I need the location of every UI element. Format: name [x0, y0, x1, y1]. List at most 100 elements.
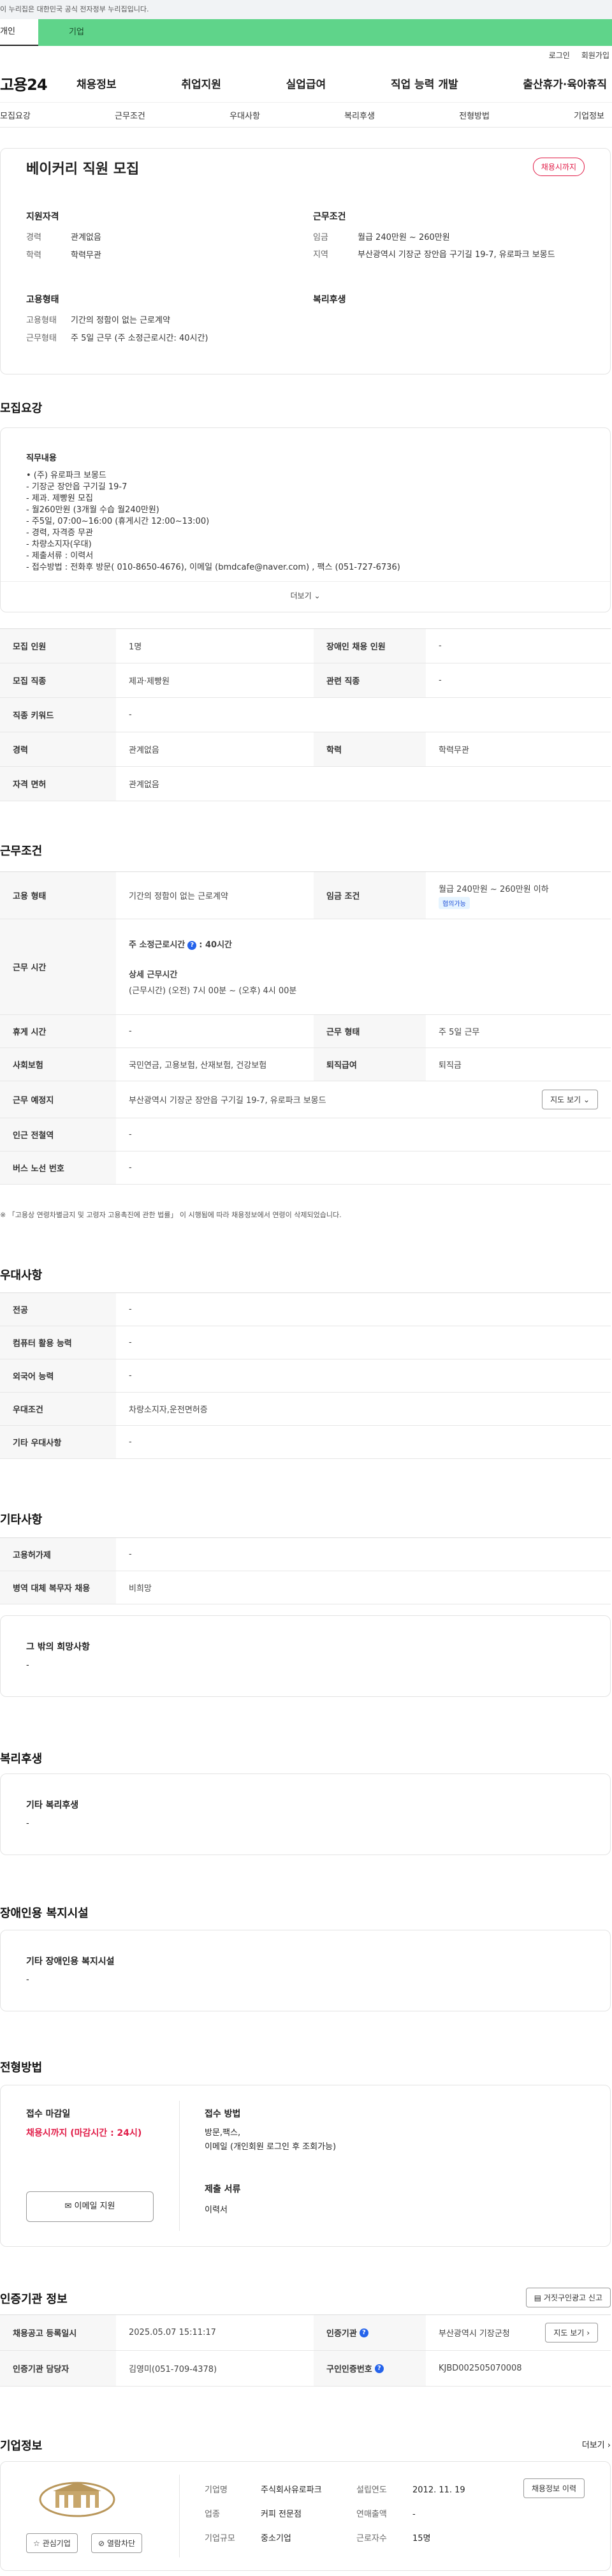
gnb-item-employment-support[interactable]: 취업지원 [181, 75, 221, 91]
duty-more-button[interactable]: 더보기 ⌄ [1, 590, 610, 601]
duty-line: - 경력, 자격증 무관 [26, 528, 93, 538]
chevron-down-icon: ⌄ [314, 591, 321, 600]
duty-line: - 주5일, 07:00~16:00 (휴게시간 12:00~13:00) [26, 517, 210, 526]
job-title: 베이커리 직원 모집 [26, 161, 140, 177]
tab-person[interactable]: 개인 [0, 19, 38, 46]
welfare-title: 복리후생 [313, 295, 346, 305]
info-icon[interactable]: ? [359, 2328, 368, 2337]
td-computer: - [129, 1338, 132, 1347]
tab-welfare[interactable]: 복리후생 [344, 109, 375, 121]
tab-company[interactable]: 기업정보 [574, 109, 604, 121]
cert-map-button[interactable]: 지도 보기 › [545, 2323, 598, 2343]
table-row: 근무 예정지 부산광역시 기장군 장안읍 구기길 19-7, 유로파크 보몽드 … [0, 1081, 611, 1118]
table-row: 버스 노선 번호 - [0, 1151, 611, 1185]
td-language: - [129, 1371, 132, 1381]
duty-line: - 제과. 제빵원 모집 [26, 494, 93, 503]
block-view-button[interactable]: ⊘ 열람차단 [91, 2533, 143, 2553]
th-headcount: 모집 인원 [0, 629, 116, 663]
chevron-right-icon: › [607, 2441, 611, 2450]
welfare-box-value: - [26, 1819, 29, 1828]
td-station: - [129, 1130, 132, 1139]
td-career: 관계없음 [129, 746, 159, 755]
company-more-link[interactable]: 더보기 › [582, 2438, 611, 2450]
company-card: ☆ 관심기업 ⊘ 열람차단 기업명 주식회사유로파크 설립연도 2012. 11. 1… [0, 2461, 611, 2571]
table-row: 모집 직종 제과·제빵원 관련 직종 - [0, 663, 611, 698]
gov-banner: 이 누리집은 대한민국 공식 전자정부 누리집입니다. [0, 0, 612, 19]
duty-line: • (주) 유로파크 보몽드 [26, 471, 106, 480]
negotiable-chip: 협의가능 [439, 896, 470, 909]
th-edu: 학력 [314, 732, 426, 766]
company-name-label: 기업명 [205, 2485, 228, 2495]
gnb-item-parental-leave[interactable]: 출산휴가·육아휴직 [523, 75, 607, 91]
welfare-section-title: 복리후생 [0, 1752, 43, 1766]
tab-conditions[interactable]: 근무조건 [115, 109, 145, 121]
th-language: 외국어 능력 [0, 1359, 116, 1392]
docs-title: 제출 서류 [205, 2184, 241, 2195]
work-type-label: 근무형태 [26, 334, 57, 343]
th-military: 병역 대체 복무자 채용 [0, 1571, 116, 1604]
td-prefer-etc: - [129, 1437, 132, 1447]
email-apply-button[interactable]: ✉ 이메일 지원 [26, 2191, 154, 2222]
td-eps: - [129, 1550, 132, 1559]
th-insurance: 사회보험 [0, 1048, 116, 1081]
info-icon[interactable]: ? [374, 2364, 384, 2373]
method-line: 이메일 (개인회원 로그인 후 조회가능) [205, 2142, 337, 2152]
hiring-history-button[interactable]: 채용정보 이력 [523, 2478, 585, 2498]
company-section-title: 기업정보 [0, 2439, 43, 2453]
cond-wage-label: 임금 [313, 233, 328, 242]
th-cert-number: 구인인증번호 [326, 2365, 372, 2374]
tab-selection[interactable]: 전형방법 [459, 109, 490, 121]
th-bus: 버스 노선 번호 [0, 1151, 116, 1184]
th-hours: 근무 시간 [0, 919, 116, 1014]
duty-line: - 월260만원 (3개월 수습 월240만원) [26, 505, 159, 515]
tab-prefer[interactable]: 우대사항 [229, 109, 260, 121]
qual-edu-label: 학력 [26, 251, 41, 260]
td-place: 부산광역시 기장군 장안읍 구기길 19-7, 유로파크 보몽드 [129, 1096, 326, 1106]
age-law-note: ※ 「고용상 연령차별금지 및 고령자 고용촉진에 관한 법률」 이 시행됨에 … [0, 1211, 342, 1219]
recruit-table: 모집 인원 1명 장애인 채용 인원 - 모집 직종 제과·제빵원 관련 직종 … [0, 628, 611, 801]
qual-career-label: 경력 [26, 233, 41, 242]
cond-region-value: 부산광역시 기장군 장안읍 구기길 19-7, 유로파크 보몽드 [358, 250, 555, 260]
selection-card: 접수 마감일 채용시까지 (마감시간 : 24시) ✉ 이메일 지원 접수 방법… [0, 2085, 611, 2247]
join-link[interactable]: 회원가입 [581, 50, 609, 61]
hope-card: 그 밖의 희망사항 - [0, 1615, 611, 1697]
report-fake-ad-button[interactable]: ▤ 거짓구인광고 신고 [525, 2288, 611, 2307]
table-row: 인근 전철역 - [0, 1118, 611, 1151]
th-station: 인근 전철역 [0, 1118, 116, 1151]
weekly-hours-value: : 40시간 [199, 940, 232, 950]
table-row: 인증기관 담당자 김영미(051-709-4378) 구인인증번호? KJBD0… [0, 2351, 611, 2387]
td-keyword: - [129, 710, 132, 720]
td-edu: 학력무관 [439, 746, 469, 755]
emp-type-label: 고용형태 [26, 316, 57, 325]
map-button[interactable]: 지도 보기 ⌄ [542, 1090, 598, 1109]
deadline-value: 채용시까지 (마감시간 : 24시) [26, 2128, 142, 2138]
tab-company[interactable]: 기업 [38, 19, 612, 46]
td-prefer-cond: 차량소지자,운전면허증 [129, 1405, 208, 1415]
revenue-label: 연매출액 [356, 2510, 387, 2519]
company-logo [26, 2477, 128, 2522]
gnb-item-jobs[interactable]: 채용정보 [76, 75, 117, 91]
disability-box-value: - [26, 1975, 29, 1985]
welfare-box-title: 기타 복리후생 [26, 1800, 79, 1810]
th-job: 모집 직종 [0, 663, 116, 697]
table-row: 채용공고 등록일시 2025.05.07 15:11:17 인증기관? 부산광역… [0, 2315, 611, 2351]
table-row: 고용 형태 기간의 정함이 없는 근로계약 임금 조건 월급 240만원 ~ 2… [0, 872, 611, 919]
tab-recruit[interactable]: 모집요강 [0, 109, 31, 121]
chevron-down-icon: ⌄ [583, 1095, 590, 1104]
star-icon: ☆ [33, 2539, 40, 2548]
welfare-card: 기타 복리후생 - [0, 1773, 611, 1855]
detail-hours-value: (근무시간) (오전) 7시 00분 ~ (오후) 4시 00분 [129, 986, 297, 996]
login-link[interactable]: 로그인 [549, 50, 570, 61]
info-icon[interactable]: ? [187, 940, 197, 950]
cert-section-title: 인증기관 정보 [0, 2293, 68, 2306]
size-label: 기업규모 [205, 2534, 235, 2543]
duty-line: - 제출서류 : 이력서 [26, 551, 94, 561]
gnb-item-unemployment-benefit[interactable]: 실업급여 [286, 75, 326, 91]
gnb-item-vocational-training[interactable]: 직업 능력 개발 [391, 75, 458, 91]
cert-table: 채용공고 등록일시 2025.05.07 15:11:17 인증기관? 부산광역… [0, 2314, 611, 2387]
td-cert-manager: 김영미(051-709-4378) [129, 2365, 217, 2374]
site-logo[interactable]: 고용24 [0, 72, 76, 94]
global-nav: 고용24 채용정보 취업지원 실업급여 직업 능력 개발 출산휴가·육아휴직 [0, 64, 612, 102]
deadline-title: 접수 마감일 [26, 2109, 71, 2119]
favorite-company-button[interactable]: ☆ 관심기업 [26, 2533, 78, 2553]
